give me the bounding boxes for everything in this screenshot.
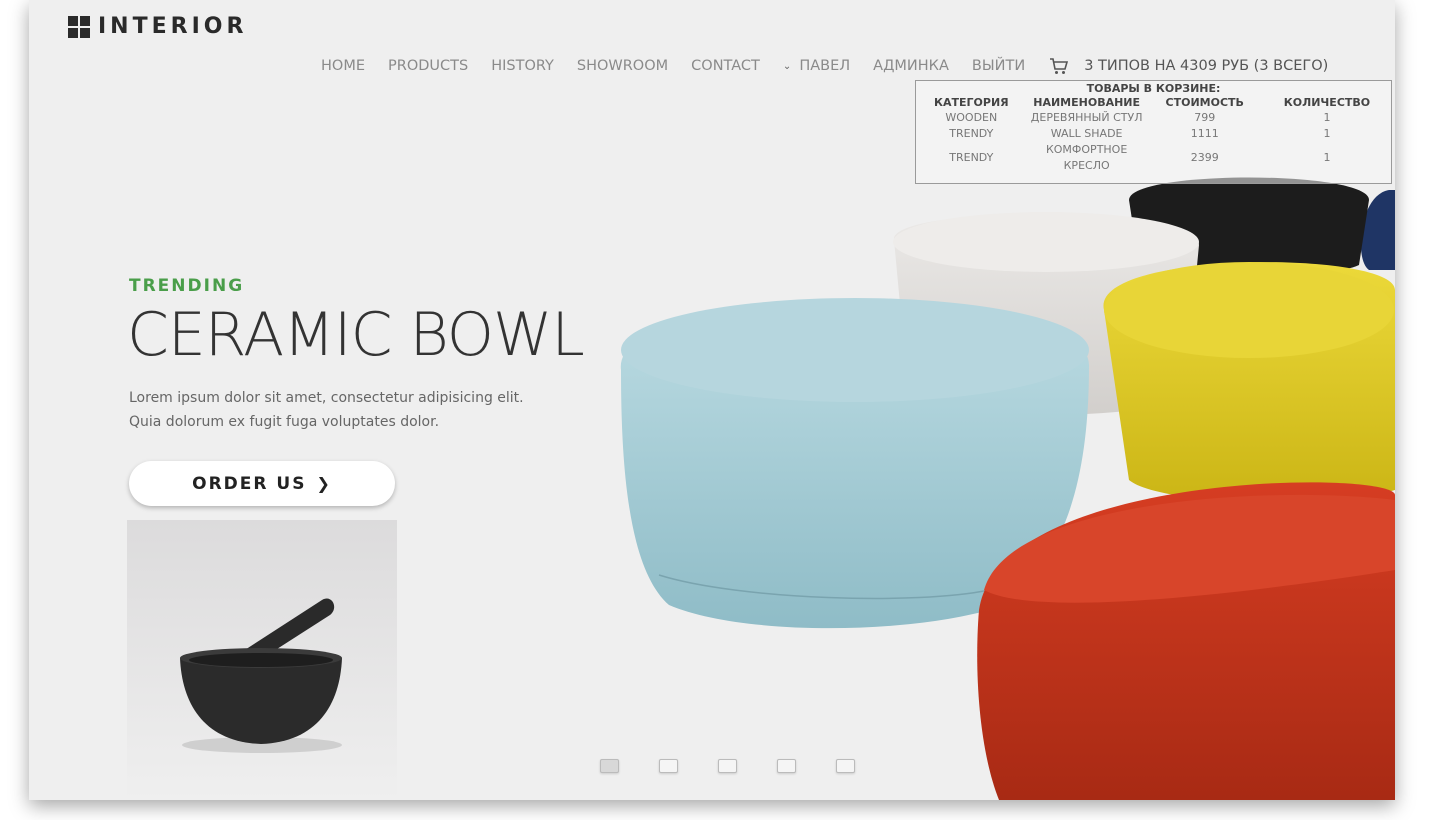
user-menu[interactable]: ⌄ ПАВЕЛ — [783, 58, 850, 74]
cart-cell: TRENDY — [949, 151, 994, 164]
slide-dot-5[interactable] — [836, 759, 855, 773]
user-name: ПАВЕЛ — [799, 58, 851, 74]
chevron-down-icon: ⌄ — [782, 60, 792, 72]
order-us-button[interactable]: ORDER US ❯ — [129, 461, 395, 506]
cart-title: ТОВАРЫ В КОРЗИНЕ: — [1086, 82, 1221, 95]
cart-cell: TRENDY — [949, 127, 994, 140]
nav-showroom[interactable]: SHOWROOM — [577, 58, 668, 74]
nav-products[interactable]: PRODUCTS — [388, 58, 468, 74]
cart-header-row: КАТЕГОРИЯ НАИМЕНОВАНИЕ СТОИМОСТЬ КОЛИЧЕС… — [916, 95, 1391, 110]
chevron-right-icon: ❯ — [316, 474, 332, 493]
cart-col-price: СТОИМОСТЬ — [1165, 96, 1244, 109]
table-row: TRENDY КОМФОРТНОЕ КРЕСЛО 2399 1 — [916, 142, 1391, 174]
cart-col-category: КАТЕГОРИЯ — [934, 96, 1009, 109]
order-us-label: ORDER US — [192, 473, 307, 494]
hero-description: Lorem ipsum dolor sit amet, consectetur … — [129, 390, 524, 430]
hero-poufs-image — [620, 177, 1395, 800]
table-row: TRENDY WALL SHADE 1111 1 — [916, 126, 1391, 142]
logo[interactable]: INTERIOR — [68, 14, 247, 39]
cart-dropdown: ТОВАРЫ В КОРЗИНЕ: КАТЕГОРИЯ НАИМЕНОВАНИЕ… — [915, 80, 1392, 184]
slide-dot-3[interactable] — [718, 759, 737, 773]
cart-summary[interactable]: 3 ТИПОВ НА 4309 РУБ (3 ВСЕГО) — [1049, 57, 1328, 75]
cart-cell: WOODEN — [945, 111, 998, 124]
brand-name: INTERIOR — [98, 14, 248, 39]
slide-dot-4[interactable] — [777, 759, 796, 773]
cart-cell: 1 — [1323, 111, 1331, 124]
cart-cell: 1 — [1323, 127, 1331, 140]
cart-cell: КОМФОРТНОЕ КРЕСЛО — [1045, 143, 1128, 172]
hero-headline: CERAMIC BOWL — [127, 300, 585, 370]
cart-summary-text: 3 ТИПОВ НА 4309 РУБ (3 ВСЕГО) — [1084, 58, 1329, 74]
nav-history[interactable]: HISTORY — [491, 58, 554, 74]
slider-pagination — [600, 759, 895, 773]
hero-kicker: TRENDING — [129, 276, 245, 296]
cart-col-name: НАИМЕНОВАНИЕ — [1033, 96, 1141, 109]
logo-grid-icon — [68, 15, 90, 38]
nav-logout[interactable]: ВЫЙТИ — [972, 58, 1025, 74]
cart-col-qty: КОЛИЧЕСТВО — [1283, 96, 1371, 109]
product-thumbnail[interactable] — [127, 520, 397, 800]
cart-cell: WALL SHADE — [1050, 127, 1123, 140]
cart-cell: 2399 — [1190, 151, 1219, 164]
slide-dot-2[interactable] — [659, 759, 678, 773]
cart-cell: 1 — [1323, 151, 1331, 164]
nav-home[interactable]: HOME — [321, 58, 365, 74]
cart-icon — [1050, 58, 1069, 74]
cart-cell: ДЕРЕВЯННЫЙ СТУЛ — [1030, 111, 1143, 124]
cart-table: КАТЕГОРИЯ НАИМЕНОВАНИЕ СТОИМОСТЬ КОЛИЧЕС… — [916, 95, 1391, 174]
nav-contact[interactable]: CONTACT — [691, 58, 760, 74]
page: INTERIOR HOME PRODUCTS HISTORY SHOWROOM … — [29, 0, 1395, 800]
cart-cell: 799 — [1194, 111, 1216, 124]
mortar-pestle-image — [180, 598, 342, 753]
cart-cell: 1111 — [1190, 127, 1219, 140]
table-row: WOODEN ДЕРЕВЯННЫЙ СТУЛ 799 1 — [916, 110, 1391, 126]
slide-dot-1[interactable] — [600, 759, 619, 773]
main-nav: HOME PRODUCTS HISTORY SHOWROOM CONTACT ⌄… — [321, 57, 1328, 75]
nav-admin[interactable]: АДМИНКА — [873, 58, 949, 74]
